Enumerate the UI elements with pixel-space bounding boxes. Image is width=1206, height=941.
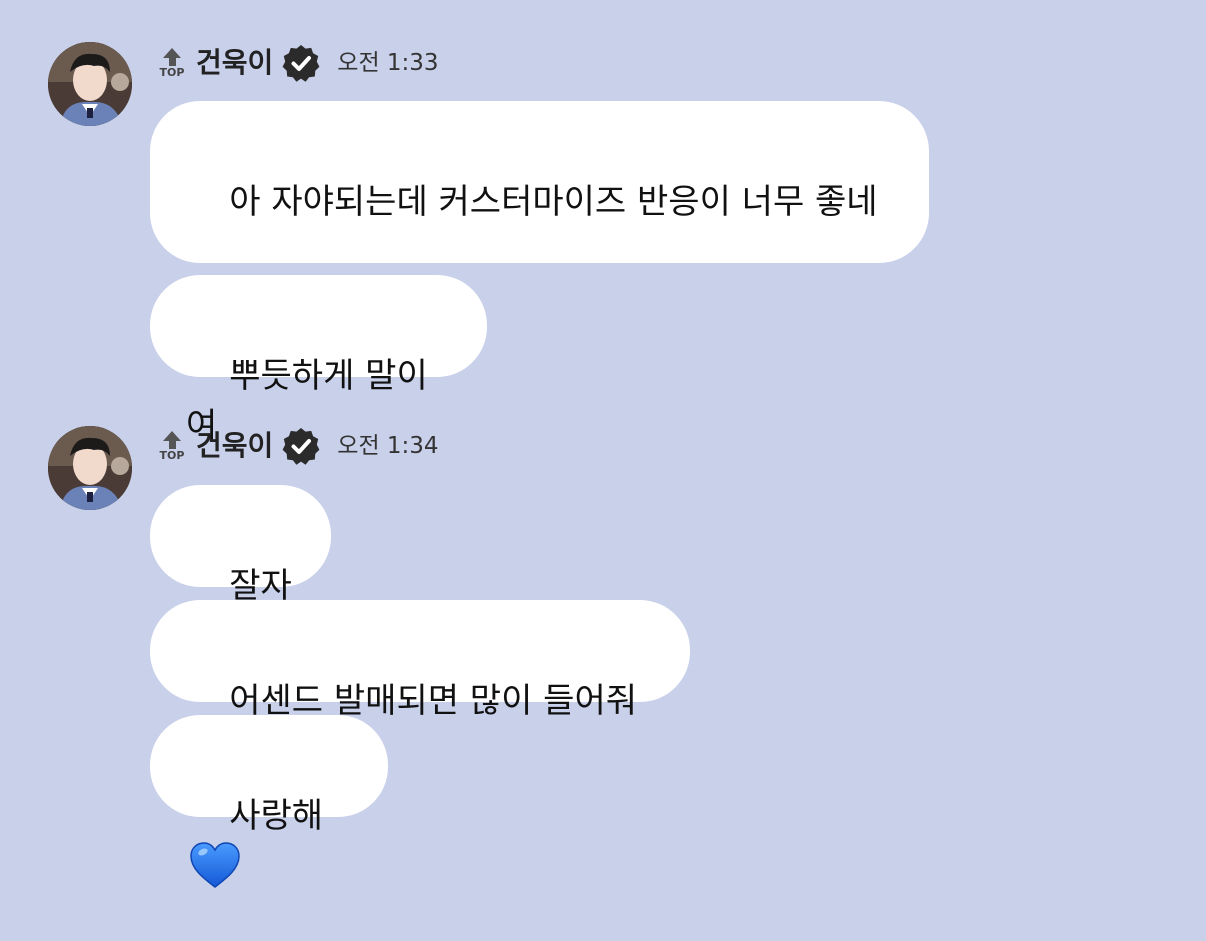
up-arrow-icon bbox=[163, 430, 181, 441]
verified-badge-icon bbox=[282, 45, 320, 82]
message-text: 아 자야되는데 커스터마이즈 반응이 너무 좋네 bbox=[229, 182, 878, 222]
message-bubble[interactable]: 사랑해 bbox=[150, 715, 388, 888]
sender-name[interactable]: 건욱이 bbox=[196, 428, 273, 464]
avatar[interactable] bbox=[48, 426, 132, 510]
timestamp: 오전 1:34 bbox=[337, 433, 439, 459]
message-text: 사랑해 bbox=[229, 796, 324, 836]
sender-name[interactable]: 건욱이 bbox=[196, 45, 273, 81]
avatar-image bbox=[48, 426, 132, 510]
message-header: TOP 건욱이 오전 1:33 bbox=[156, 41, 439, 85]
top-badge: TOP bbox=[156, 43, 188, 83]
avatar-image bbox=[48, 42, 132, 126]
message-bubble[interactable]: 아 자야되는데 커스터마이즈 반응이 너무 좋네 bbox=[150, 101, 929, 263]
avatar[interactable] bbox=[48, 42, 132, 126]
top-badge: TOP bbox=[156, 426, 188, 466]
top-badge-label: TOP bbox=[159, 65, 185, 79]
verified-badge-icon bbox=[282, 428, 320, 465]
message-bubble[interactable]: 어센드 발매되면 많이 들어줘 bbox=[150, 600, 690, 721]
top-badge-label: TOP bbox=[159, 448, 185, 462]
message-bubble[interactable]: 뿌듯하게 말이여 bbox=[150, 275, 487, 446]
message-header: TOP 건욱이 오전 1:34 bbox=[156, 424, 439, 468]
message-bubble[interactable]: 잘자구 bbox=[150, 485, 331, 656]
up-arrow-icon bbox=[163, 47, 181, 58]
timestamp: 오전 1:33 bbox=[337, 50, 439, 76]
blue-heart-icon bbox=[190, 841, 240, 888]
